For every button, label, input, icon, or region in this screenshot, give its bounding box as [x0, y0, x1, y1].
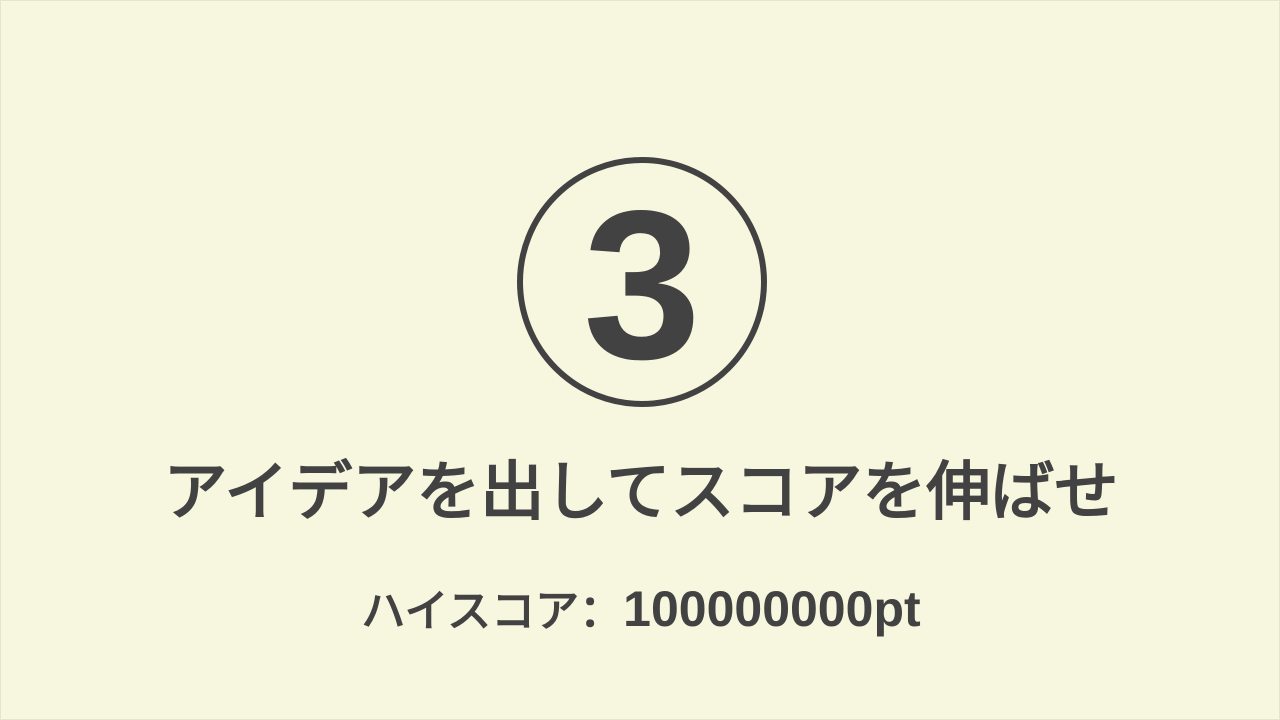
game-start-screen: 3 アイデアを出してスコアを伸ばせ ハイスコア：100000000pt [0, 0, 1280, 720]
high-score-unit: pt [873, 581, 921, 637]
countdown-number: 3 [583, 166, 701, 403]
high-score-label: ハイスコア： [361, 586, 624, 637]
high-score-display: ハイスコア：100000000pt [1, 579, 1280, 642]
high-score-value: 100000000 [623, 581, 874, 637]
countdown-circle: 3 [517, 157, 767, 407]
game-instruction-title: アイデアを出してスコアを伸ばせ [163, 456, 1119, 530]
